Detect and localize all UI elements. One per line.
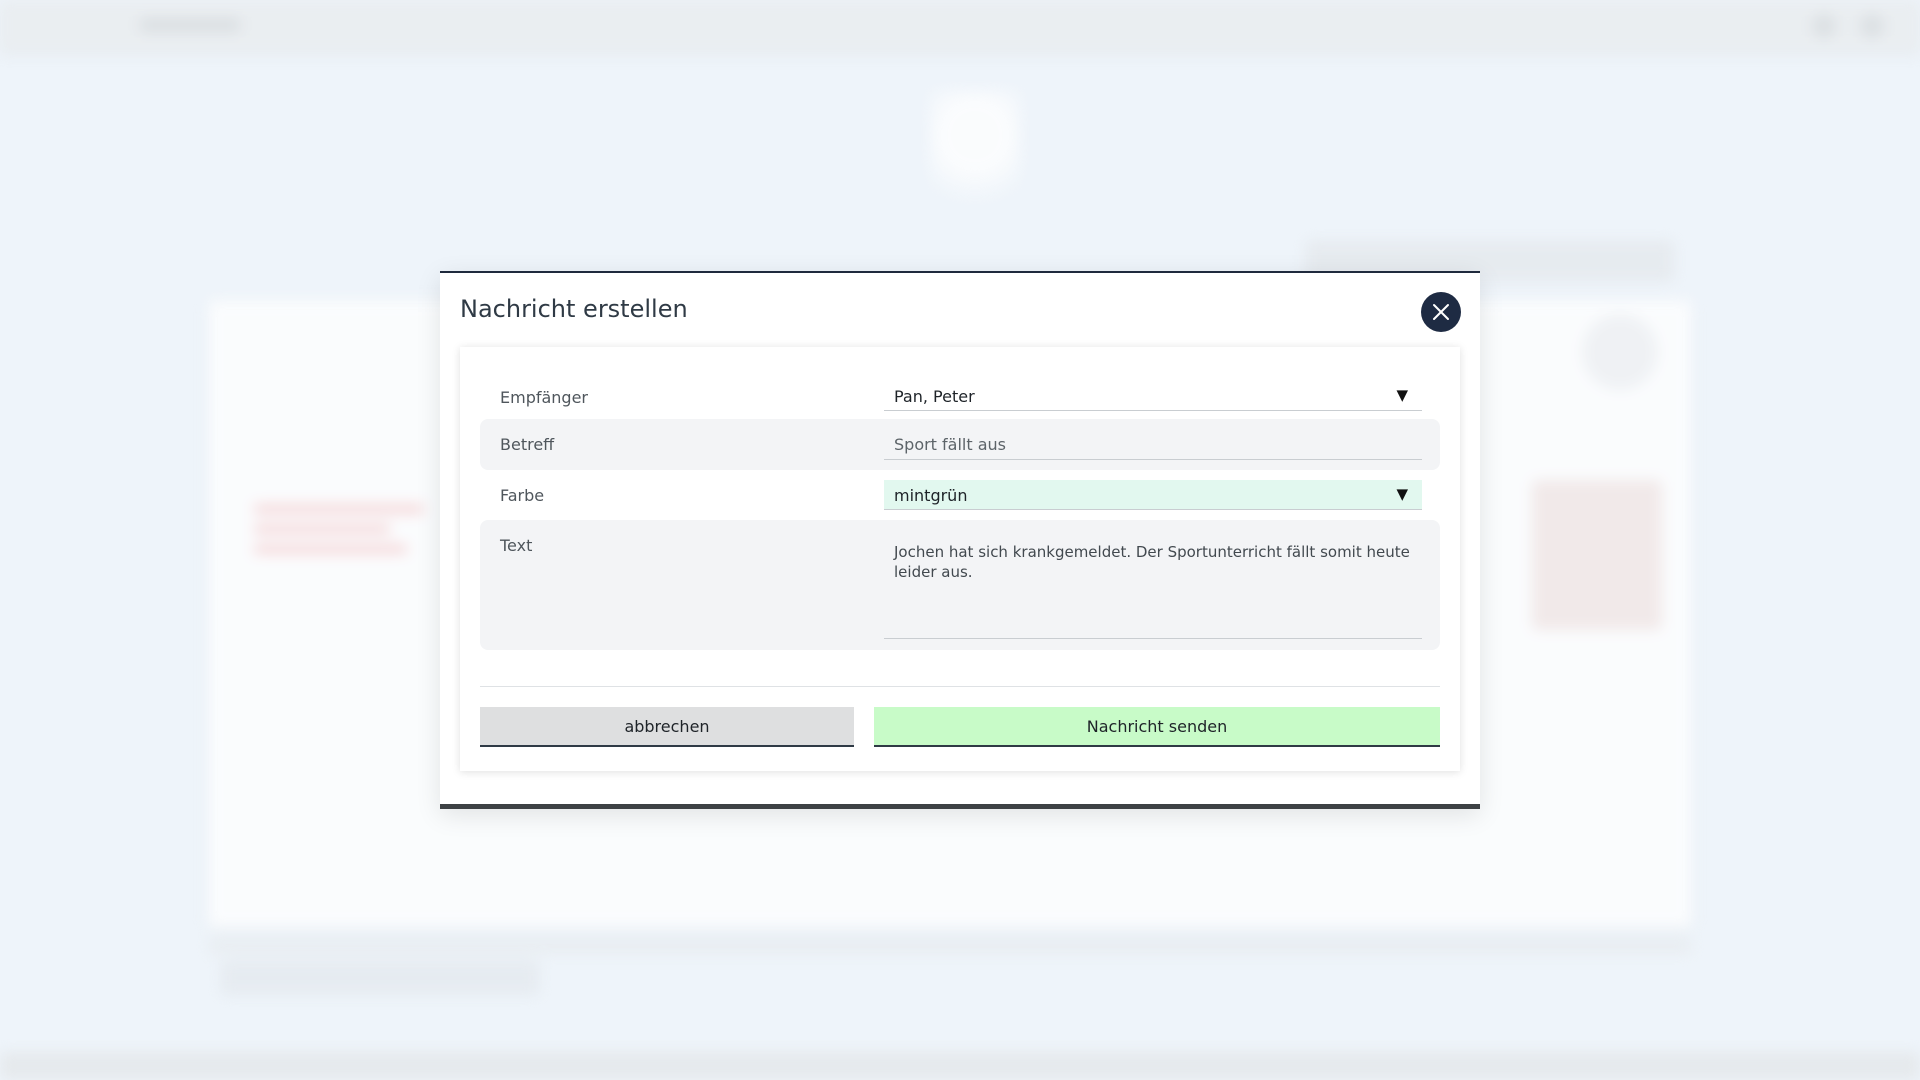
dropdown-arrow-icon: ▼ [1396, 386, 1408, 404]
image-placeholder [1532, 480, 1662, 630]
recipient-label: Empfänger [500, 388, 589, 407]
user-icon [1860, 14, 1884, 38]
color-select[interactable]: mintgrün ▼ [884, 480, 1422, 510]
hero-graphic [930, 90, 1020, 240]
notification-icon [1812, 14, 1836, 38]
subject-value: Sport fällt aus [894, 435, 1007, 454]
close-button[interactable] [1421, 292, 1461, 332]
color-value: mintgrün [894, 486, 968, 505]
close-icon [1433, 304, 1449, 320]
avatar [1582, 314, 1658, 390]
text-row: Text Jochen hat sich krankgemeldet. Der … [480, 520, 1440, 650]
logo [140, 18, 240, 32]
dropdown-arrow-icon: ▼ [1396, 485, 1408, 503]
cancel-button[interactable]: abbrechen [480, 707, 854, 747]
subject-label: Betreff [500, 435, 555, 454]
subject-row: Betreff Sport fällt aus [480, 419, 1440, 470]
text-value: Jochen hat sich krankgemeldet. Der Sport… [894, 543, 1410, 581]
recipient-select[interactable]: Pan, Peter ▼ [884, 381, 1422, 411]
bottom-strip [208, 940, 1692, 954]
text-area[interactable]: Jochen hat sich krankgemeldet. Der Sport… [884, 526, 1422, 639]
list-lines [254, 505, 424, 585]
subject-input[interactable]: Sport fällt aus [884, 428, 1422, 460]
recipient-row: Empfänger Pan, Peter ▼ [480, 369, 1440, 419]
send-message-button[interactable]: Nachricht senden [874, 707, 1440, 747]
footer [0, 1052, 1920, 1080]
divider [480, 686, 1440, 687]
color-label: Farbe [500, 486, 545, 505]
recipient-value: Pan, Peter [894, 387, 975, 406]
color-row: Farbe mintgrün ▼ [480, 470, 1440, 520]
top-bar [0, 0, 1920, 52]
message-dialog: Nachricht erstellen Empfänger Pan, Peter… [440, 271, 1480, 809]
text-label: Text [500, 536, 533, 555]
bottom-button [220, 960, 540, 996]
dialog-form: Empfänger Pan, Peter ▼ Betreff Sport fäl… [460, 347, 1460, 771]
dialog-title: Nachricht erstellen [460, 295, 688, 323]
